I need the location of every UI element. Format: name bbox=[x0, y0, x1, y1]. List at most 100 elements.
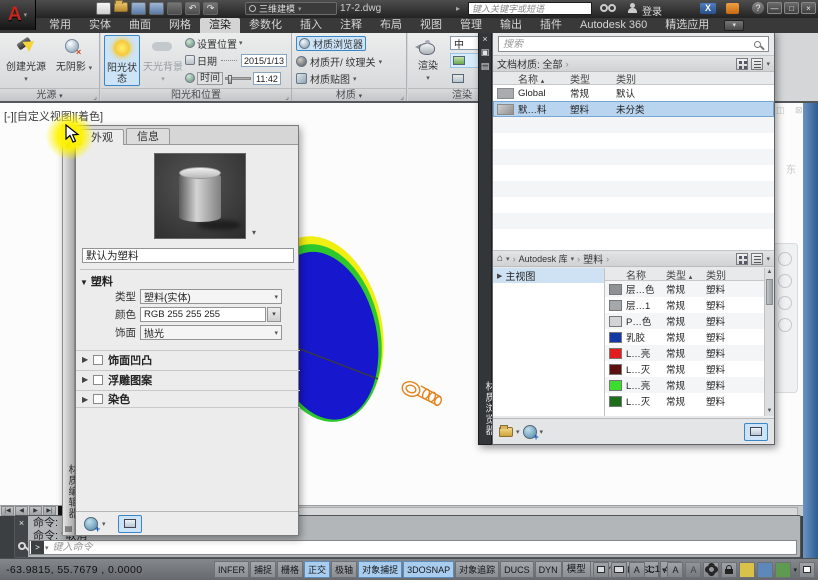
material-row-global[interactable]: Global 常规 默认 bbox=[493, 85, 774, 101]
minimize-button[interactable]: — bbox=[767, 2, 782, 14]
app-logo[interactable]: A▾ bbox=[0, 0, 36, 30]
workspace-dropdown[interactable]: 三维建模 ▾ bbox=[245, 2, 337, 15]
help-icon[interactable]: ? bbox=[752, 2, 764, 14]
document-materials-header[interactable]: 文档材质: 全部 › ▾ bbox=[493, 55, 774, 72]
lock-icon[interactable] bbox=[721, 562, 737, 578]
sun-status-button[interactable]: 阳光状态 bbox=[104, 35, 140, 86]
column-type[interactable]: 类型 ▴ bbox=[666, 267, 706, 282]
palette-autohide-icon[interactable]: ▣ bbox=[479, 47, 491, 58]
column-name[interactable]: 名称 ▴ bbox=[518, 71, 570, 86]
communication-center-icon[interactable] bbox=[726, 3, 739, 14]
toggle-grid[interactable]: 栅格 bbox=[277, 561, 303, 578]
tab-surface[interactable]: 曲面 bbox=[120, 18, 160, 33]
type-dropdown[interactable]: 塑料(实体)▾ bbox=[140, 289, 282, 304]
annotation-scale-control[interactable]: A 1:1 ▾ bbox=[629, 562, 666, 578]
relief-pattern-section[interactable]: ▶ 浮雕图案 bbox=[76, 370, 300, 388]
material-preview[interactable] bbox=[154, 153, 246, 239]
toggle-otrack[interactable]: 对象追踪 bbox=[455, 561, 499, 578]
library-material-row[interactable]: 乳胶常规塑料 bbox=[605, 329, 764, 345]
no-shadow-button[interactable]: × 无阴影 ▾ bbox=[52, 35, 96, 86]
save-button[interactable] bbox=[131, 2, 146, 15]
materials-panel-label[interactable]: 材质 ▾⌟ bbox=[292, 88, 406, 101]
coordinates-readout[interactable]: -63.9815, 55.7679 , 0.0000 bbox=[6, 564, 143, 576]
breadcrumb-plastic[interactable]: 塑料 bbox=[583, 251, 603, 266]
palette-close-icon[interactable]: × bbox=[479, 34, 491, 44]
home-icon[interactable]: ⌂ bbox=[497, 253, 503, 264]
infocenter-search-input[interactable] bbox=[468, 2, 592, 15]
material-name-field[interactable] bbox=[82, 248, 294, 263]
hardware-acceleration-icon[interactable] bbox=[739, 562, 755, 578]
library-material-row[interactable]: P…色常规塑料 bbox=[605, 313, 764, 329]
date-value[interactable]: 2015/1/13 bbox=[241, 54, 287, 67]
tint-section[interactable]: ▶ 染色 bbox=[76, 390, 300, 408]
save-as-button[interactable] bbox=[149, 2, 164, 15]
toggle-3dosnap[interactable]: 3DOSNAP bbox=[403, 561, 454, 578]
material-browser-palette[interactable]: × ▣ ▤ 材质浏览器 文档材质: 全部 › ▾ 名称 ▴ 类型 类别 bbox=[478, 30, 775, 445]
sun-date-slider[interactable]: 日期 2015/1/13 bbox=[185, 53, 287, 67]
color-options-icon[interactable]: ▾ bbox=[267, 307, 281, 322]
relief-pattern-checkbox[interactable] bbox=[93, 375, 103, 385]
panel-view-icon[interactable] bbox=[736, 253, 748, 265]
search-icon[interactable] bbox=[600, 4, 616, 13]
finish-dropdown[interactable]: 抛光▾ bbox=[140, 325, 282, 340]
column-type[interactable]: 类型 bbox=[570, 71, 616, 86]
quick-view-layouts-icon[interactable] bbox=[593, 562, 609, 578]
finish-bumps-section[interactable]: ▶ 饰面凹凸 bbox=[76, 350, 300, 368]
column-name[interactable]: 名称 bbox=[626, 267, 666, 282]
breadcrumb-library[interactable]: Autodesk 库 bbox=[519, 252, 568, 265]
create-material-dropdown-icon[interactable]: ▾ bbox=[540, 428, 544, 436]
tab-info[interactable]: 信息 bbox=[126, 128, 170, 144]
quick-view-drawings-icon[interactable] bbox=[611, 562, 627, 578]
tab-layout[interactable]: 布局 bbox=[371, 18, 411, 33]
toggle-infer[interactable]: INFER bbox=[214, 561, 249, 578]
palette-properties-icon[interactable]: ▤ bbox=[63, 523, 74, 534]
tab-view[interactable]: 视图 bbox=[411, 18, 451, 33]
library-material-row[interactable]: 层…色常规塑料 bbox=[605, 281, 764, 297]
viewport-float-icons[interactable]: ◫ ⊠ bbox=[776, 105, 807, 116]
library-material-row[interactable]: L…亮常规塑料 bbox=[605, 377, 764, 393]
annotation-scale-value[interactable]: 1:1 bbox=[647, 564, 660, 575]
workspace-switch-icon[interactable] bbox=[703, 562, 719, 578]
tab-mesh[interactable]: 网格 bbox=[160, 18, 200, 33]
new-file-button[interactable] bbox=[96, 2, 111, 15]
toggle-ortho[interactable]: 正交 bbox=[304, 561, 330, 578]
material-browser-button[interactable]: 材质浏览器 bbox=[296, 36, 366, 51]
manage-library-icon[interactable] bbox=[499, 427, 513, 437]
tray-trustedautodesk-icon[interactable] bbox=[775, 562, 791, 578]
toggle-osnap[interactable]: 对象捕捉 bbox=[358, 561, 402, 578]
library-material-row[interactable]: 层…1常规塑料 bbox=[605, 297, 764, 313]
toggle-dyn[interactable]: DYN bbox=[535, 561, 562, 578]
create-light-button[interactable]: 创建光源 ▾ bbox=[4, 35, 48, 86]
redo-button[interactable]: ↷ bbox=[203, 2, 218, 15]
time-value[interactable]: 11:42 bbox=[253, 72, 281, 85]
tab-annotate[interactable]: 注释 bbox=[331, 18, 371, 33]
material-search-input[interactable] bbox=[499, 39, 754, 50]
undo-button[interactable]: ↶ bbox=[185, 2, 200, 15]
first-layout-button[interactable]: |◀ bbox=[1, 506, 14, 516]
annotation-visibility-icon[interactable]: A bbox=[667, 562, 683, 578]
palette-properties-icon[interactable]: ▤ bbox=[479, 61, 491, 72]
library-scrollbar[interactable]: ▲ ▼ bbox=[764, 268, 774, 416]
command-input-row[interactable]: > ▾ bbox=[29, 540, 797, 555]
sun-time-slider[interactable]: 时间 11:42 bbox=[185, 71, 287, 85]
sun-panel-label[interactable]: 阳光和位置⌟ bbox=[101, 88, 291, 101]
wrench-icon[interactable] bbox=[18, 542, 26, 550]
model-space-button[interactable]: 模型 bbox=[562, 561, 591, 578]
list-view-icon[interactable] bbox=[751, 58, 763, 70]
bolt-wireframe[interactable] bbox=[400, 379, 443, 406]
library-breadcrumb[interactable]: ⌂ ▾ › Autodesk 库 ▾ › 塑料 › ▾ bbox=[493, 250, 774, 267]
clean-screen-button[interactable] bbox=[799, 562, 815, 578]
sign-in-button[interactable]: 登录 bbox=[642, 3, 662, 18]
palette-close-icon[interactable]: × bbox=[63, 127, 74, 138]
lights-panel-label[interactable]: 光源 ▾⌟ bbox=[0, 88, 99, 101]
toggle-snap[interactable]: 捕捉 bbox=[250, 561, 276, 578]
tab-featured-apps[interactable]: 精选应用 bbox=[656, 18, 718, 33]
scrollbar-thumb[interactable] bbox=[766, 279, 773, 305]
close-button[interactable]: × bbox=[801, 2, 816, 14]
open-material-browser-button[interactable] bbox=[118, 515, 142, 533]
material-row-default[interactable]: 默…料 塑料 未分类 bbox=[493, 101, 774, 117]
materials-textures-toggle-button[interactable]: 材质开/ 纹理关 ▾ bbox=[296, 54, 382, 69]
tab-appearance[interactable]: 外观 bbox=[80, 129, 124, 145]
restore-button[interactable]: □ bbox=[784, 2, 799, 14]
sky-background-button[interactable]: 天光背景 ▾ bbox=[143, 35, 183, 86]
